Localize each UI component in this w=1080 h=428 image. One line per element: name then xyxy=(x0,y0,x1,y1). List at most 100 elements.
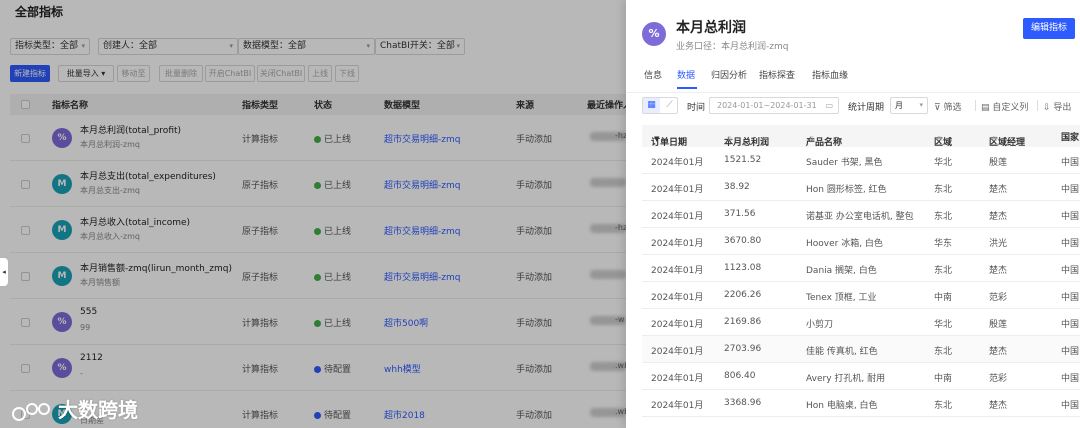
cell-order-date: 2024年01月 xyxy=(651,239,704,249)
cell-region: 中南 xyxy=(934,374,953,384)
cell-product: Avery 打孔机, 耐用 xyxy=(806,374,886,384)
table-row: 2024年01月 2169.86 小剪刀 华北 殷莲 中国 xyxy=(642,309,1080,336)
drawer-title: 本月总利润 xyxy=(676,20,746,36)
cell-product: Sauder 书架, 黑色 xyxy=(806,158,883,168)
export-icon: ⇩ xyxy=(1043,103,1054,113)
data-table-header: 订单日期 ▼ 本月总利润 ⇅ 产品名称 ⇅ 区域 ⇅ 区域经理 ⇅ 国家 xyxy=(642,125,1080,148)
sort-icon: ⇅ xyxy=(727,135,733,143)
cell-region: 东北 xyxy=(934,212,953,222)
period-select[interactable]: 月 ▾ xyxy=(890,97,928,114)
table-view-icon[interactable]: ▦ xyxy=(643,98,660,113)
cell-region: 华北 xyxy=(934,158,953,168)
custom-columns-button[interactable]: ▤ 自定义列 xyxy=(981,100,1028,113)
cell-product: Dania 搁架, 白色 xyxy=(806,266,877,276)
cell-region-manager: 范彩 xyxy=(989,374,1008,384)
cell-country: 中国 xyxy=(1061,347,1080,357)
view-toggle: ▦ ⟋ xyxy=(642,97,678,114)
period-label: 统计周期 xyxy=(848,103,885,113)
chevron-left-icon: ◂ xyxy=(2,268,6,276)
edit-metric-button[interactable]: 编辑指标 xyxy=(1023,18,1075,39)
tab-explore[interactable]: 指标探查 xyxy=(759,68,795,81)
table-row: 2024年01月 371.56 诺基亚 办公室电话机, 整包 东北 楚杰 中国 xyxy=(642,201,1080,228)
cell-order-date: 2024年01月 xyxy=(651,266,704,276)
export-button[interactable]: ⇩ 导出 xyxy=(1043,100,1071,113)
cell-profit: 2206.26 xyxy=(724,290,762,300)
cell-region: 中南 xyxy=(934,293,953,303)
time-label: 时间 xyxy=(687,103,706,113)
table-row: 2024年01月 2703.96 佳能 传真机, 红色 东北 楚杰 中国 xyxy=(642,336,1080,363)
metric-avatar: % xyxy=(642,22,666,46)
date-range-value: 2024-01-01~2024-01-31 xyxy=(717,101,817,110)
cell-product: 诺基亚 办公室电话机, 整包 xyxy=(806,212,914,222)
chart-view-icon[interactable]: ⟋ xyxy=(661,98,678,113)
cell-country: 中国 xyxy=(1061,212,1080,222)
cell-region-manager: 楚杰 xyxy=(989,212,1008,222)
cell-profit: 1123.08 xyxy=(724,263,762,273)
cell-region: 东北 xyxy=(934,266,953,276)
cell-region: 东北 xyxy=(934,185,953,195)
sort-icon: ⇅ xyxy=(937,135,943,143)
cell-profit: 371.56 xyxy=(724,209,756,219)
cell-region-manager: 楚杰 xyxy=(989,401,1008,411)
collapse-handle[interactable]: ◂ xyxy=(0,258,8,286)
filter-button[interactable]: ⊽ 筛选 xyxy=(934,100,961,113)
calendar-icon: ▭ xyxy=(825,101,833,110)
cell-region-manager: 楚杰 xyxy=(989,266,1008,276)
cell-product: Hon 圆形标签, 红色 xyxy=(806,185,887,195)
tabs-divider xyxy=(626,92,1080,93)
cell-region: 华东 xyxy=(934,239,953,249)
cell-profit: 38.92 xyxy=(724,182,750,192)
date-range-picker[interactable]: 2024-01-01~2024-01-31 ▭ xyxy=(709,97,839,114)
columns-icon: ▤ xyxy=(981,103,993,113)
cell-region-manager: 殷莲 xyxy=(989,320,1008,330)
cell-country: 中国 xyxy=(1061,239,1080,249)
tab-info[interactable]: 信息 xyxy=(644,68,662,81)
cell-region: 华北 xyxy=(934,320,953,330)
cell-profit: 2703.96 xyxy=(724,344,762,354)
metrics-list-page: 全部指标 指标类型：全部 ▾ 创建人：全部 ▾ 数据模型：全部 ▾ ChatBI开关：… xyxy=(0,0,626,428)
watermark: 大数跨境 xyxy=(12,394,138,422)
table-row: 2024年01月 38.92 Hon 圆形标签, 红色 东北 楚杰 中国 xyxy=(642,174,1080,201)
drawer-tabs: 信息 数据 归因分析 指标探查 指标血缘 xyxy=(644,68,1074,90)
cell-order-date: 2024年01月 xyxy=(651,401,704,411)
cell-profit: 3368.96 xyxy=(724,398,762,408)
data-toolbar: ▦ ⟋ 时间 2024-01-01~2024-01-31 ▭ 统计周期 月 ▾ ⊽ … xyxy=(642,97,1076,115)
cell-product: 佳能 传真机, 红色 xyxy=(806,347,878,357)
cell-product: 小剪刀 xyxy=(806,320,834,330)
active-tab-indicator xyxy=(677,87,697,89)
cell-product: Hoover 冰箱, 白色 xyxy=(806,239,883,249)
table-row: 2024年01月 1521.52 Sauder 书架, 黑色 华北 殷莲 中国 xyxy=(642,147,1080,174)
drawer-subtitle: 业务口径：本月总利润-zmq xyxy=(676,42,789,52)
cell-profit: 806.40 xyxy=(724,371,756,381)
cell-order-date: 2024年01月 xyxy=(651,185,704,195)
table-row: 2024年01月 1123.08 Dania 搁架, 白色 东北 楚杰 中国 xyxy=(642,255,1080,282)
modal-mask[interactable] xyxy=(0,0,626,428)
table-row: 2024年01月 3368.96 Hon 电脑桌, 白色 东北 楚杰 中国 xyxy=(642,390,1080,417)
cell-region-manager: 楚杰 xyxy=(989,185,1008,195)
cell-profit: 2169.86 xyxy=(724,317,762,327)
metric-detail-drawer: % 本月总利润 业务口径：本月总利润-zmq 编辑指标 信息 数据 归因分析 指… xyxy=(626,0,1080,428)
sort-icon: ⇅ xyxy=(992,135,998,143)
cell-region: 东北 xyxy=(934,347,953,357)
cell-product: Hon 电脑桌, 白色 xyxy=(806,401,878,411)
cell-country: 中国 xyxy=(1061,158,1080,168)
watermark-logo-icon xyxy=(12,402,50,421)
column-header-country[interactable]: 国家 xyxy=(1061,130,1079,143)
tab-attribution[interactable]: 归因分析 xyxy=(711,68,747,81)
cell-region-manager: 楚杰 xyxy=(989,347,1008,357)
table-row: 2024年01月 2206.26 Tenex 顶框, 工业 中南 范彩 中国 xyxy=(642,282,1080,309)
export-label: 导出 xyxy=(1053,103,1072,113)
cell-product: Tenex 顶框, 工业 xyxy=(806,293,877,303)
cell-country: 中国 xyxy=(1061,374,1080,384)
cell-country: 中国 xyxy=(1061,401,1080,411)
table-row: 2024年01月 806.40 Avery 打孔机, 耐用 中南 范彩 中国 xyxy=(642,363,1080,390)
chevron-down-icon: ▾ xyxy=(919,101,923,109)
cell-region-manager: 范彩 xyxy=(989,293,1008,303)
toolbar-divider xyxy=(975,100,976,111)
cell-country: 中国 xyxy=(1061,266,1080,276)
period-value: 月 xyxy=(895,101,903,110)
tab-data[interactable]: 数据 xyxy=(677,68,695,81)
sort-desc-icon: ▼ xyxy=(654,135,660,143)
tab-lineage[interactable]: 指标血缘 xyxy=(812,68,848,81)
cell-order-date: 2024年01月 xyxy=(651,158,704,168)
